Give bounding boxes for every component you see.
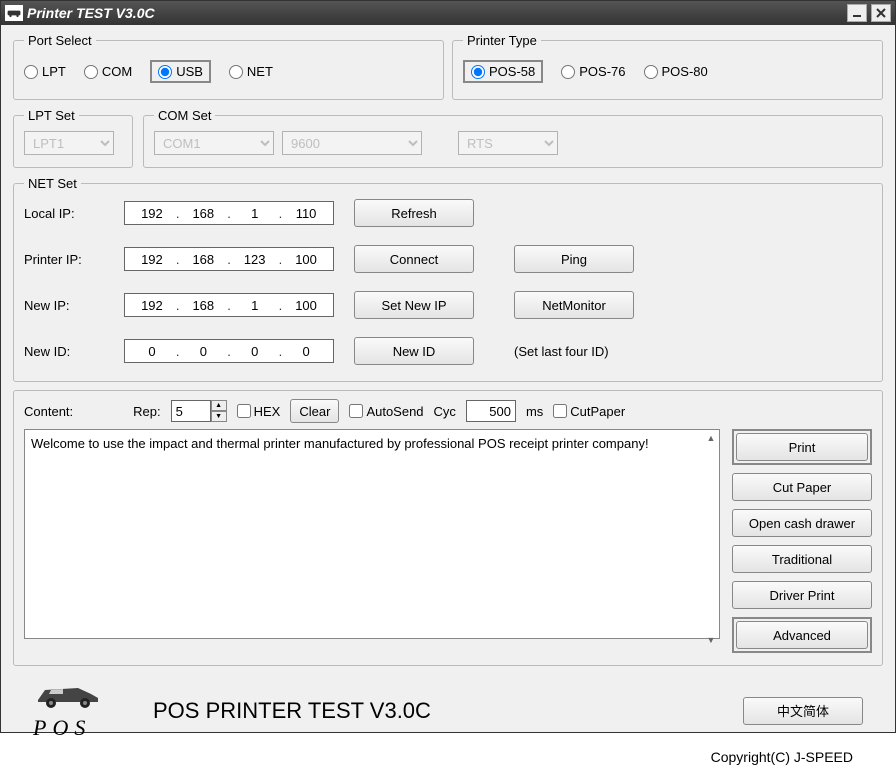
ptype-pos80-radio[interactable]: POS-80	[644, 64, 708, 79]
lpt-set-group: LPT Set LPT1	[13, 108, 133, 168]
rep-up-button[interactable]: ▲	[211, 400, 227, 411]
cyc-label: Cyc	[434, 404, 456, 419]
footer-logo: POS	[33, 680, 123, 741]
new-ip-label: New IP:	[24, 298, 124, 313]
open-drawer-button[interactable]: Open cash drawer	[732, 509, 872, 537]
content-legend: Content:	[24, 404, 73, 419]
new-id-label: New ID:	[24, 344, 124, 359]
port-select-group: Port Select LPT COM USB NET	[13, 33, 444, 100]
hex-checkbox[interactable]: HEX	[237, 404, 281, 419]
rep-input[interactable]	[171, 400, 211, 422]
autosend-checkbox[interactable]: AutoSend	[349, 404, 423, 419]
cyc-input[interactable]	[466, 400, 516, 422]
ptype-pos76-radio[interactable]: POS-76	[561, 64, 625, 79]
scrollbar[interactable]: ▲ ▼	[703, 430, 719, 648]
clear-button[interactable]: Clear	[290, 399, 339, 423]
scroll-down-icon[interactable]: ▼	[703, 632, 719, 648]
rep-down-button[interactable]: ▼	[211, 411, 227, 422]
app-icon	[5, 5, 23, 21]
com-baud-select[interactable]: 9600	[282, 131, 422, 155]
pos-logo-text: POS	[33, 715, 123, 741]
minimize-button[interactable]	[847, 4, 867, 22]
close-button[interactable]	[871, 4, 891, 22]
print-button[interactable]: Print	[736, 433, 868, 461]
com-set-group: COM Set COM1 9600 RTS	[143, 108, 883, 168]
window-title: Printer TEST V3.0C	[27, 5, 847, 21]
printer-type-group: Printer Type POS-58 POS-76 POS-80	[452, 33, 883, 100]
new-id-input[interactable]: . . .	[124, 339, 334, 363]
printer-ip-input[interactable]: . . .	[124, 247, 334, 271]
ptype-pos58-radio[interactable]: POS-58	[471, 64, 535, 79]
com-set-legend: COM Set	[154, 108, 215, 123]
com-flow-select[interactable]: RTS	[458, 131, 558, 155]
new-ip-input[interactable]: . . .	[124, 293, 334, 317]
port-com-radio[interactable]: COM	[84, 64, 132, 79]
content-group: Content: Rep: ▲ ▼ HEX Clear AutoSend Cyc…	[13, 390, 883, 666]
printer-ip-label: Printer IP:	[24, 252, 124, 267]
port-usb-radio[interactable]: USB	[158, 64, 203, 79]
port-lpt-radio[interactable]: LPT	[24, 64, 66, 79]
netmonitor-button[interactable]: NetMonitor	[514, 291, 634, 319]
driver-print-button[interactable]: Driver Print	[732, 581, 872, 609]
lpt-set-legend: LPT Set	[24, 108, 79, 123]
car-icon	[33, 680, 103, 710]
net-set-group: NET Set Local IP: . . . Refresh Printer …	[13, 176, 883, 382]
set-new-ip-button[interactable]: Set New IP	[354, 291, 474, 319]
language-button[interactable]: 中文简体	[743, 697, 863, 725]
scroll-up-icon[interactable]: ▲	[703, 430, 719, 446]
app-window: Printer TEST V3.0C Port Select LPT COM U…	[0, 0, 896, 733]
local-ip-label: Local IP:	[24, 206, 124, 221]
copyright-text: Copyright(C) J-SPEED	[13, 741, 883, 765]
traditional-button[interactable]: Traditional	[732, 545, 872, 573]
cutpaper-checkbox[interactable]: CutPaper	[553, 404, 625, 419]
printer-type-legend: Printer Type	[463, 33, 541, 48]
advanced-button[interactable]: Advanced	[736, 621, 868, 649]
local-ip-input[interactable]: . . .	[124, 201, 334, 225]
lpt-select[interactable]: LPT1	[24, 131, 114, 155]
cut-paper-button[interactable]: Cut Paper	[732, 473, 872, 501]
titlebar: Printer TEST V3.0C	[1, 1, 895, 25]
port-select-legend: Port Select	[24, 33, 96, 48]
content-textarea[interactable]: Welcome to use the impact and thermal pr…	[24, 429, 720, 639]
ping-button[interactable]: Ping	[514, 245, 634, 273]
port-net-radio[interactable]: NET	[229, 64, 273, 79]
new-id-button[interactable]: New ID	[354, 337, 474, 365]
connect-button[interactable]: Connect	[354, 245, 474, 273]
footer-title: POS PRINTER TEST V3.0C	[123, 698, 743, 724]
refresh-button[interactable]: Refresh	[354, 199, 474, 227]
net-set-legend: NET Set	[24, 176, 81, 191]
cyc-unit: ms	[526, 404, 543, 419]
rep-label: Rep:	[133, 404, 160, 419]
com-port-select[interactable]: COM1	[154, 131, 274, 155]
new-id-hint: (Set last four ID)	[514, 344, 609, 359]
